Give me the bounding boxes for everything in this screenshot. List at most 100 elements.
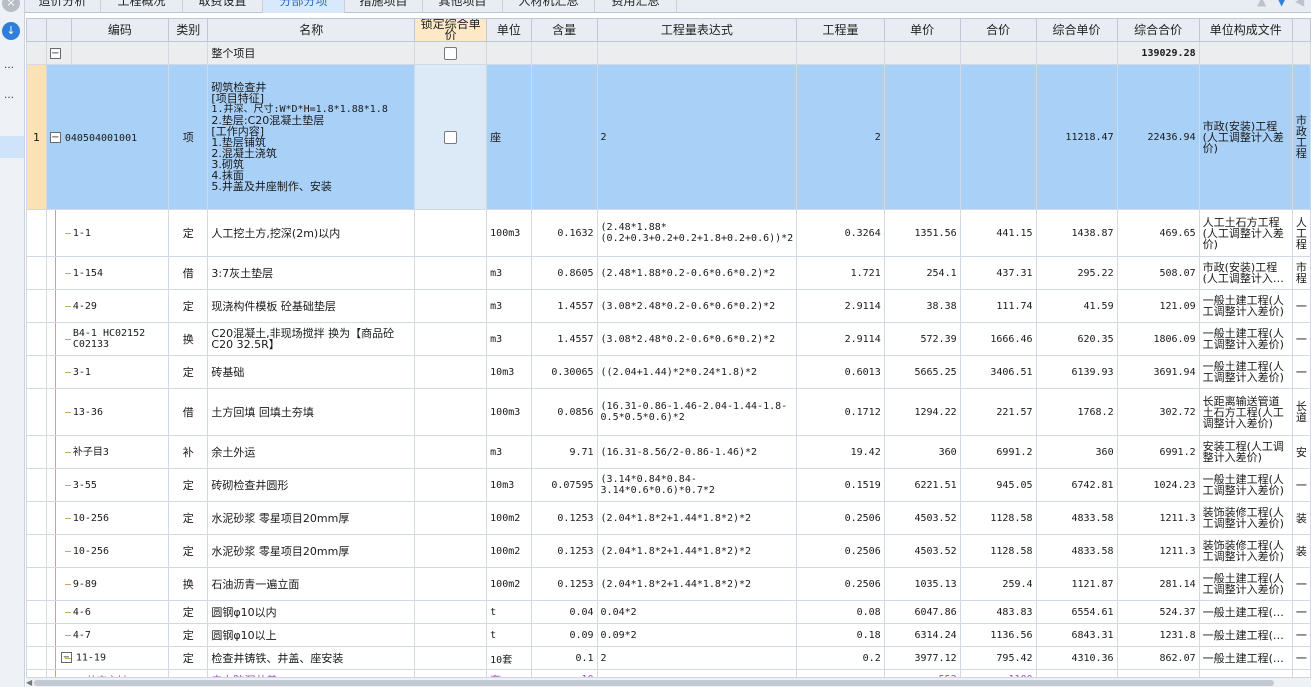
header-content[interactable]: 含量 [530,18,598,42]
tab-fee-settings[interactable]: 取费设置 [183,0,263,13]
name-cell[interactable]: 圆钢φ10以上 [207,623,416,647]
name-cell[interactable]: 检查井铸铁、井盖、座安装 [207,646,416,670]
file-cell[interactable]: 市政(安装)工程(人工调整计入… [1198,256,1293,290]
code-cell[interactable]: 4-6 [45,600,170,624]
main-item-row[interactable]: 1 −040504001001 项 砌筑检查井 [项目特征] 1.井深、尺寸:W… [26,64,1311,210]
close-icon[interactable]: × [2,0,20,12]
code-cell[interactable]: 13-36 [45,388,170,436]
name-cell[interactable]: 余土外运 [207,435,416,469]
header-lock-price[interactable]: 锁定综合单价 [414,18,488,42]
header-unit-price[interactable]: 单价 [883,18,961,42]
header-quantity[interactable]: 工程量 [796,18,885,42]
collapse-icon[interactable]: − [49,48,61,59]
code-cell[interactable]: −040504001001 [45,64,170,210]
name-cell[interactable]: 水泥砂浆 零星项目20mm厚 [207,534,416,568]
name-cell[interactable]: C20混凝土,非现场搅拌 换为【商品砼 C20 32.5R】 [207,322,416,356]
header-category[interactable]: 类别 [168,18,209,42]
file-cell[interactable]: 一般土建工程(人工调整计入差价) [1198,289,1293,323]
arrow-left-icon[interactable]: ◀ [1295,0,1304,8]
download-circle-icon[interactable]: ↓ [2,22,20,40]
code-cell[interactable]: 3-55 [45,468,170,502]
expression-cell[interactable]: ((2.04+1.44)*2*0.24*1.8)*2 [596,355,798,389]
expression-cell[interactable]: (16.31-0.86-1.46-2.04-1.44-1.8-0.5*0.5*0… [596,388,798,436]
expression-cell[interactable]: 0.04*2 [596,600,798,624]
header-comp-total[interactable]: 综合合价 [1116,18,1200,42]
name-cell[interactable]: 砖基础 [207,355,416,389]
lock-price-cell[interactable] [414,501,488,535]
lock-price-cell[interactable] [414,623,488,647]
table-row[interactable]: 3-1 定砖基础 10m3 0.30065 ((2.04+1.44)*2*0.24*1.… [26,355,1311,389]
name-cell[interactable]: 圆钢φ10以内 [207,600,416,624]
item-description[interactable]: 砌筑检查井 [项目特征] 1.井深、尺寸:W*D*H=1.8*1.88*1.8 … [207,64,416,210]
expression-cell[interactable]: (2.04*1.8*2+1.44*1.8*2)*2 [596,501,798,535]
file-cell[interactable]: 装饰装修工程(人工调整计入差价) [1198,534,1293,568]
file-cell[interactable]: 市政(安装)工程(人工调整计入差价) [1198,64,1293,210]
file-cell[interactable]: 长距离输送管道土石方工程(人工调整计入差价) [1198,388,1293,436]
code-cell[interactable]: 1-1 [45,209,170,257]
tab-labor-material[interactable]: 人材机汇总 [503,0,595,13]
lock-price-cell[interactable] [414,534,488,568]
arrow-up-icon[interactable]: ▲ [1257,0,1266,8]
table-row[interactable]: B4-1 HC02152 C02133 换 C20混凝土,非现场搅拌 换为【商品砼 … [26,322,1311,356]
lock-price-cell[interactable] [414,64,488,210]
header-code[interactable]: 编码 [70,18,170,42]
table-row[interactable]: 3-55 定砖砌检查井圆形 10m3 0.07595 (3.14*0.84*0.84-3… [26,468,1311,502]
table-row[interactable]: 补子目3 补余土外运 m3 9.71 (16.31-8.56/2-0.86-1.46)*… [26,435,1311,469]
rail-selected-item[interactable] [0,136,24,158]
lock-price-cell[interactable] [414,435,488,469]
lock-price-cell[interactable] [414,289,488,323]
tab-other-items[interactable]: 其他项目 [423,0,503,13]
expression-cell[interactable]: (2.04*1.8*2+1.44*1.8*2)*2 [596,534,798,568]
name-cell[interactable]: 砖砌检查井圆形 [207,468,416,502]
lock-price-checkbox[interactable] [444,46,458,60]
horizontal-scrollbar[interactable]: ◀ [26,677,1311,687]
file-cell[interactable]: 一般土建工程(… [1198,623,1293,647]
name-cell[interactable]: 土方回填 回填土夯填 [207,388,416,436]
scroll-left-icon[interactable]: ◀ [26,678,32,687]
table-row[interactable]: 4-29 定现浇构件模板 砼基础垫层 m3 1.4557 (3.08*2.48*0.2-… [26,289,1311,323]
name-cell[interactable]: 石油沥青一遍立面 [207,567,416,601]
file-cell[interactable]: 一般土建工程(… [1198,646,1293,670]
lock-price-cell[interactable] [414,322,488,356]
lock-price-cell[interactable] [414,388,488,436]
expression-cell[interactable]: (2.48*1.88*0.2-0.6*0.6*0.2)*2 [596,256,798,290]
table-row[interactable]: 10-256 定水泥砂浆 零星项目20mm厚 100m2 0.1253 (2.04*1.… [26,534,1311,568]
lock-price-cell[interactable] [414,468,488,502]
name-cell[interactable]: 人工挖土方,挖深(2m)以内 [207,209,416,257]
file-cell[interactable]: 一般土建工程(人工调整计入差价) [1198,567,1293,601]
arrow-down-icon[interactable]: ▼ [1277,0,1286,8]
code-cell[interactable]: 10-256 [45,501,170,535]
table-row[interactable]: 1-154 借 3:7灰土垫层 m3 0.8605 (2.48*1.88*0.2-0.6*… [26,256,1311,290]
expression-cell[interactable]: 0.09*2 [596,623,798,647]
header-expression[interactable]: 工程量表达式 [596,18,798,42]
lock-price-cell[interactable] [414,256,488,290]
file-cell[interactable]: 一般土建工程(人工调整计入差价) [1198,468,1293,502]
tab-measures[interactable]: 措施项目 [345,0,423,13]
code-cell[interactable]: 补子目3 [45,435,170,469]
tab-project-overview[interactable]: 工程概况 [101,0,183,13]
code-cell[interactable]: −11-19 [45,646,170,670]
table-row[interactable]: −11-19 定检查井铸铁、井盖、座安装 10套 0.1 2 0.2 3977.12 795.… [26,646,1311,670]
scrollbar-thumb[interactable] [34,680,1274,686]
tab-sub-items[interactable]: 分部分项 [263,0,345,13]
header-file[interactable]: 单位构成文件 [1198,18,1293,42]
code-cell[interactable]: 10-256 [45,534,170,568]
header-comp-price[interactable]: 综合单价 [1035,18,1118,42]
name-cell[interactable]: 3:7灰土垫层 [207,256,416,290]
name-cell[interactable]: 现浇构件模板 砼基础垫层 [207,289,416,323]
code-cell[interactable]: B4-1 HC02152 C02133 [45,322,170,356]
table-row[interactable]: 4-7 定圆钢φ10以上 t 0.09 0.09*2 0.18 6314.24 1136.56… [26,623,1311,647]
lock-price-cell[interactable] [414,209,488,257]
lock-price-cell[interactable] [414,567,488,601]
lock-price-cell[interactable] [414,355,488,389]
header-name[interactable]: 名称 [207,18,416,42]
table-row[interactable]: 4-6 定圆钢φ10以内 t 0.04 0.04*2 0.08 6047.86 483.83 6… [26,600,1311,624]
file-cell[interactable]: 装饰装修工程(人工调整计入差价) [1198,501,1293,535]
table-row[interactable]: 1-1 定人工挖土方,挖深(2m)以内 100m3 0.1632 (2.48*1.88*… [26,209,1311,257]
code-cell[interactable]: 3-1 [45,355,170,389]
collapse-icon[interactable]: − [49,132,61,143]
lock-price-cell[interactable] [414,600,488,624]
file-cell[interactable]: 安装工程(人工调整计入差价) [1198,435,1293,469]
rail-menu-dots[interactable]: … [4,60,15,71]
total-row[interactable]: − 整个项目 139029.28 [26,41,1311,65]
